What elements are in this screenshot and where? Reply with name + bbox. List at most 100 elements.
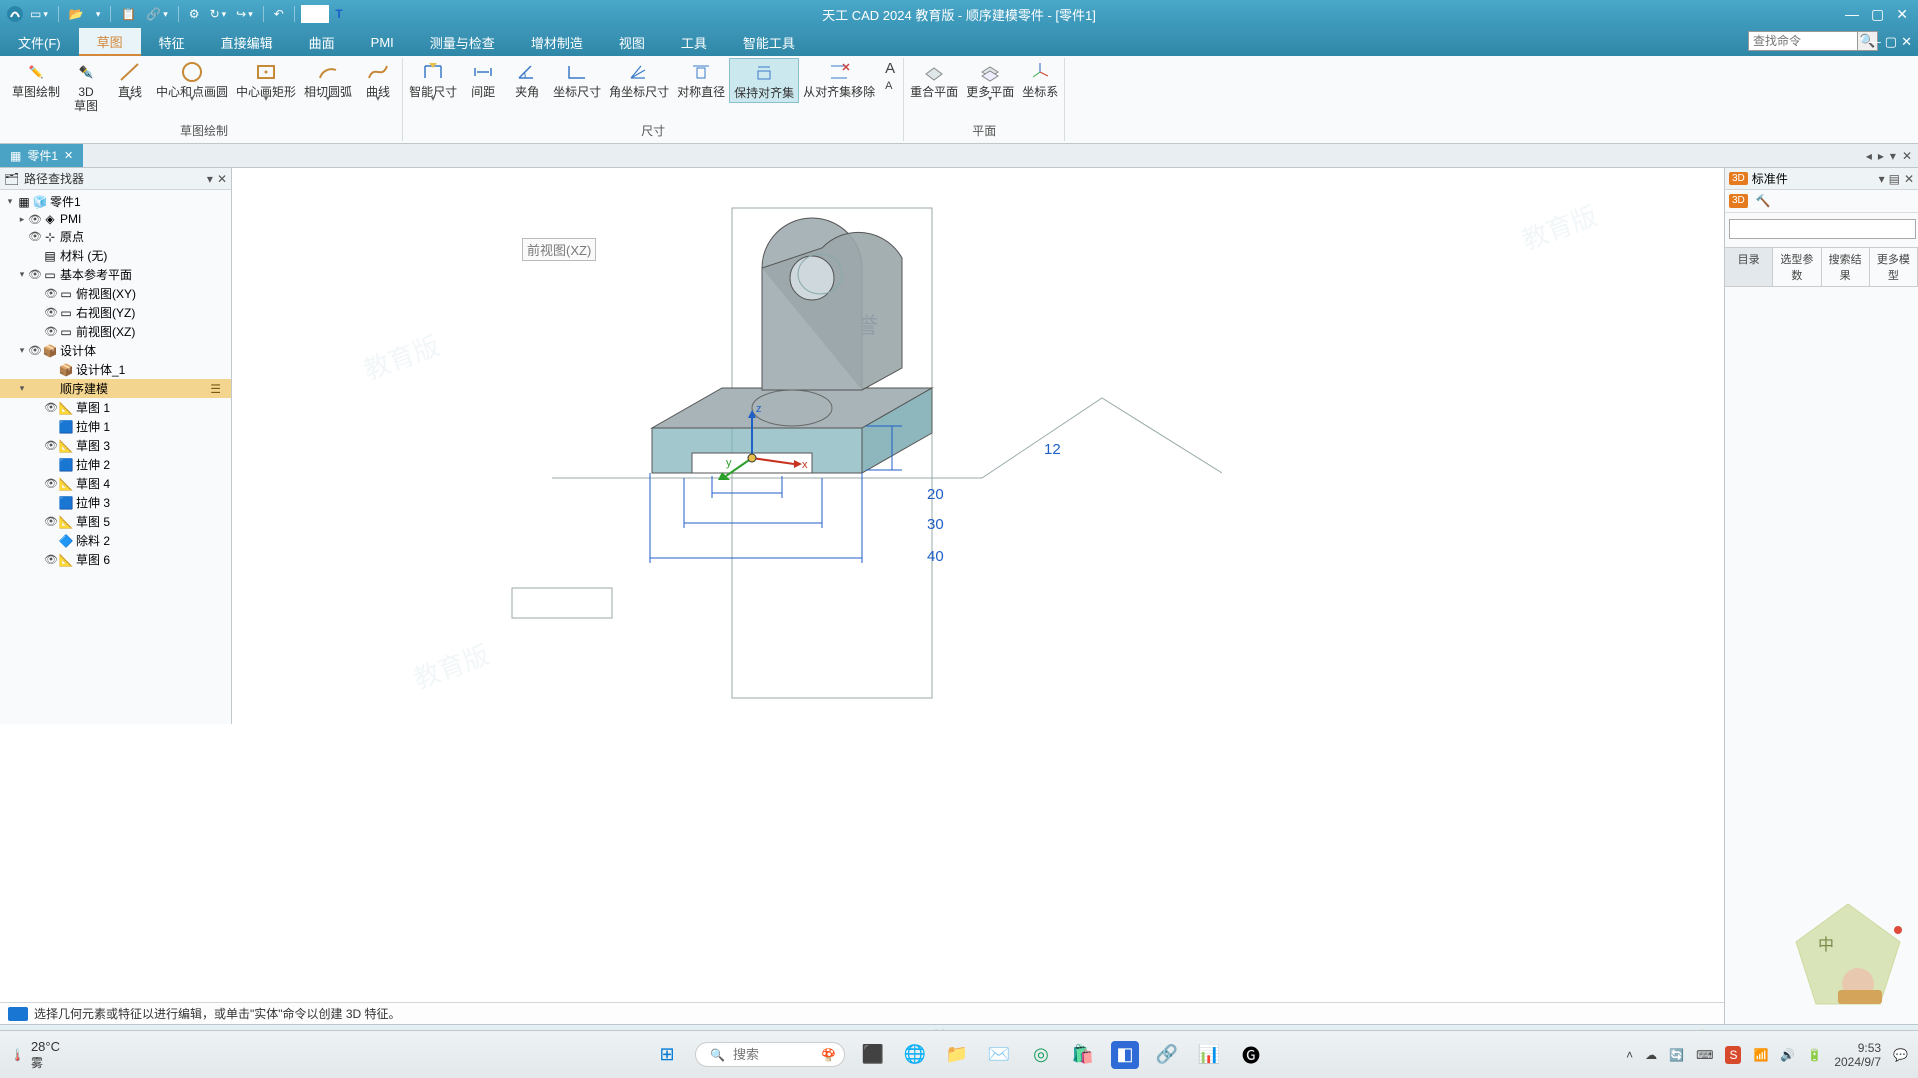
maximize-button[interactable]: ▢ — [1871, 6, 1884, 23]
tab-prev[interactable]: ◂ — [1866, 149, 1872, 163]
notifications-icon[interactable]: 💬 — [1893, 1048, 1908, 1062]
tree-plane-right[interactable]: 👁▭右视图(YZ) — [0, 303, 231, 322]
redo-button[interactable]: ↪▾ — [232, 5, 257, 23]
paste-button[interactable]: 📋 — [117, 5, 140, 23]
panel-dropdown[interactable]: ▾ — [207, 172, 213, 186]
text-tool[interactable]: T — [331, 5, 346, 23]
tree-sketch1[interactable]: 👁📐草图 1 — [0, 398, 231, 417]
clock[interactable]: 9:53 2024/9/7 — [1834, 1041, 1881, 1069]
rect-button[interactable]: 中心画矩形▾ — [232, 58, 300, 101]
ime-icon[interactable]: S — [1725, 1046, 1741, 1064]
more-plane-button[interactable]: 更多平面▾ — [962, 58, 1018, 101]
tree-sketch6[interactable]: 👁📐草图 6 — [0, 550, 231, 569]
arc-button[interactable]: 相切圆弧▾ — [300, 58, 356, 101]
menu-smart[interactable]: 智能工具 — [725, 28, 813, 56]
tray-icon-2[interactable]: ⌨ — [1696, 1048, 1713, 1062]
tree-extrude2[interactable]: 🟦拉伸 2 — [0, 455, 231, 474]
coincident-plane-button[interactable]: 重合平面 — [906, 58, 962, 101]
help-button[interactable]: ? — [1846, 34, 1853, 50]
menu-direct[interactable]: 直接编辑 — [203, 28, 291, 56]
smart-dim-button[interactable]: 智能尺寸▾ — [405, 58, 461, 101]
panel-close[interactable]: ✕ — [217, 172, 227, 186]
coord-dim-button[interactable]: 坐标尺寸 — [549, 58, 605, 101]
menu-feature[interactable]: 特征 — [141, 28, 203, 56]
3d-sketch-button[interactable]: ✒️3D 草图 — [64, 58, 108, 115]
mail-icon[interactable]: ✉️ — [985, 1041, 1013, 1069]
tab-more[interactable]: 更多模型 — [1870, 248, 1918, 286]
cs-button[interactable]: 坐标系 — [1018, 58, 1062, 101]
doc-tab-part1[interactable]: ▦ 零件1 ✕ — [0, 144, 83, 167]
tree-plane-top[interactable]: 👁▭俯视图(XY) — [0, 284, 231, 303]
tree-sketch4[interactable]: 👁📐草图 4 — [0, 474, 231, 493]
menu-additive[interactable]: 增材制造 — [513, 28, 601, 56]
tab-params[interactable]: 选型参数 — [1773, 248, 1821, 286]
parts-search-input[interactable] — [1729, 219, 1916, 239]
rpanel-pin[interactable]: ▾ — [1879, 172, 1885, 186]
sketch-draw-button[interactable]: ✏️草图绘制 — [8, 58, 64, 101]
refresh-button[interactable]: ↻▾ — [206, 5, 231, 23]
edge-icon[interactable]: 🌐 — [901, 1041, 929, 1069]
angcoord-button[interactable]: 角坐标尺寸 — [605, 58, 673, 101]
gap-button[interactable]: 间距 — [461, 58, 505, 101]
3d-viewport[interactable]: 教育版 教育版 教育版 教育版 前视图(XZ) 阮家誉 — [232, 168, 1918, 724]
taskview-icon[interactable]: ⬛ — [859, 1041, 887, 1069]
tab-list[interactable]: ▾ — [1890, 149, 1896, 163]
tree-design[interactable]: ▾👁📦设计体 — [0, 341, 231, 360]
tree-origin[interactable]: 👁⊹原点 — [0, 227, 231, 246]
save-button[interactable]: ▾ — [90, 7, 105, 22]
tree-sketch3[interactable]: 👁📐草图 3 — [0, 436, 231, 455]
volume-icon[interactable]: 🔊 — [1780, 1048, 1795, 1062]
floating-avatar[interactable]: 中 — [1788, 896, 1908, 1016]
tree-extrude3[interactable]: 🟦拉伸 3 — [0, 493, 231, 512]
select-tool[interactable]: ↖▾ — [301, 5, 330, 23]
new-doc-button[interactable]: ▭▾ — [26, 5, 52, 23]
wifi-icon[interactable]: 📶 — [1753, 1048, 1768, 1062]
tree-extrude1[interactable]: 🟦拉伸 1 — [0, 417, 231, 436]
explorer-icon[interactable]: 📁 — [943, 1041, 971, 1069]
excel-icon[interactable]: 📊 — [1195, 1041, 1223, 1069]
font-bigger[interactable]: A — [885, 60, 895, 77]
font-smaller[interactable]: A — [885, 80, 895, 92]
remove-align-button[interactable]: 从对齐集移除 — [799, 58, 879, 101]
settings-button[interactable]: ⚙ — [185, 5, 204, 23]
tree-refplanes[interactable]: ▾👁▭基本参考平面 — [0, 265, 231, 284]
curve-button[interactable]: 曲线▾ — [356, 58, 400, 101]
battery-icon[interactable]: 🔋 — [1807, 1048, 1822, 1062]
tab-catalog[interactable]: 目录 — [1725, 248, 1773, 286]
tree-sequential[interactable]: ▾顺序建模☰ — [0, 379, 231, 398]
link-button[interactable]: 🔗▾ — [142, 5, 171, 23]
circle-button[interactable]: 中心和点画圆▾ — [152, 58, 232, 101]
tree-sketch5[interactable]: 👁📐草图 5 — [0, 512, 231, 531]
store-icon[interactable]: 🛍️ — [1069, 1041, 1097, 1069]
doc-tab-close[interactable]: ✕ — [64, 149, 73, 162]
inner-close[interactable]: ✕ — [1901, 34, 1912, 50]
edge2-icon[interactable]: ◎ — [1027, 1041, 1055, 1069]
3d-tool-icon[interactable]: 3D — [1729, 194, 1748, 208]
symdiam-button[interactable]: 对称直径 — [673, 58, 729, 101]
rpanel-menu[interactable]: ▤ — [1889, 172, 1900, 186]
tree-material[interactable]: ▤材料 (无) — [0, 246, 231, 265]
menu-surface[interactable]: 曲面 — [291, 28, 353, 56]
tree-cut2[interactable]: 🔷除料 2 — [0, 531, 231, 550]
inner-restore[interactable]: ▢ — [1885, 34, 1897, 50]
start-button[interactable]: ⊞ — [653, 1041, 681, 1069]
menu-file[interactable]: 文件(F) — [0, 28, 79, 56]
app-blue-icon[interactable]: ◧ — [1111, 1041, 1139, 1069]
line-button[interactable]: 直线▾ — [108, 58, 152, 101]
tab-results[interactable]: 搜索结果 — [1822, 248, 1870, 286]
cad-icon[interactable]: 🅖 — [1237, 1041, 1265, 1069]
app-cyan-icon[interactable]: 🔗 — [1153, 1041, 1181, 1069]
taskbar-search-input[interactable] — [733, 1047, 813, 1062]
tree-root[interactable]: ▾▦🧊零件1 — [0, 192, 231, 211]
keep-align-button[interactable]: 保持对齐集 — [729, 58, 799, 103]
onedrive-icon[interactable]: ☁ — [1645, 1048, 1657, 1062]
menu-measure[interactable]: 测量与检查 — [412, 28, 513, 56]
rpanel-close[interactable]: ✕ — [1904, 172, 1914, 186]
angle-button[interactable]: 夹角 — [505, 58, 549, 101]
close-button[interactable]: ✕ — [1896, 6, 1908, 23]
menu-sketch[interactable]: 草图 — [79, 28, 141, 56]
tree-pmi[interactable]: ▸👁◈PMI — [0, 211, 231, 227]
open-button[interactable]: 📂 — [65, 5, 88, 23]
taskbar-search[interactable]: 🔍 🍄 — [695, 1042, 845, 1067]
inner-minimize[interactable]: — — [1868, 34, 1881, 50]
